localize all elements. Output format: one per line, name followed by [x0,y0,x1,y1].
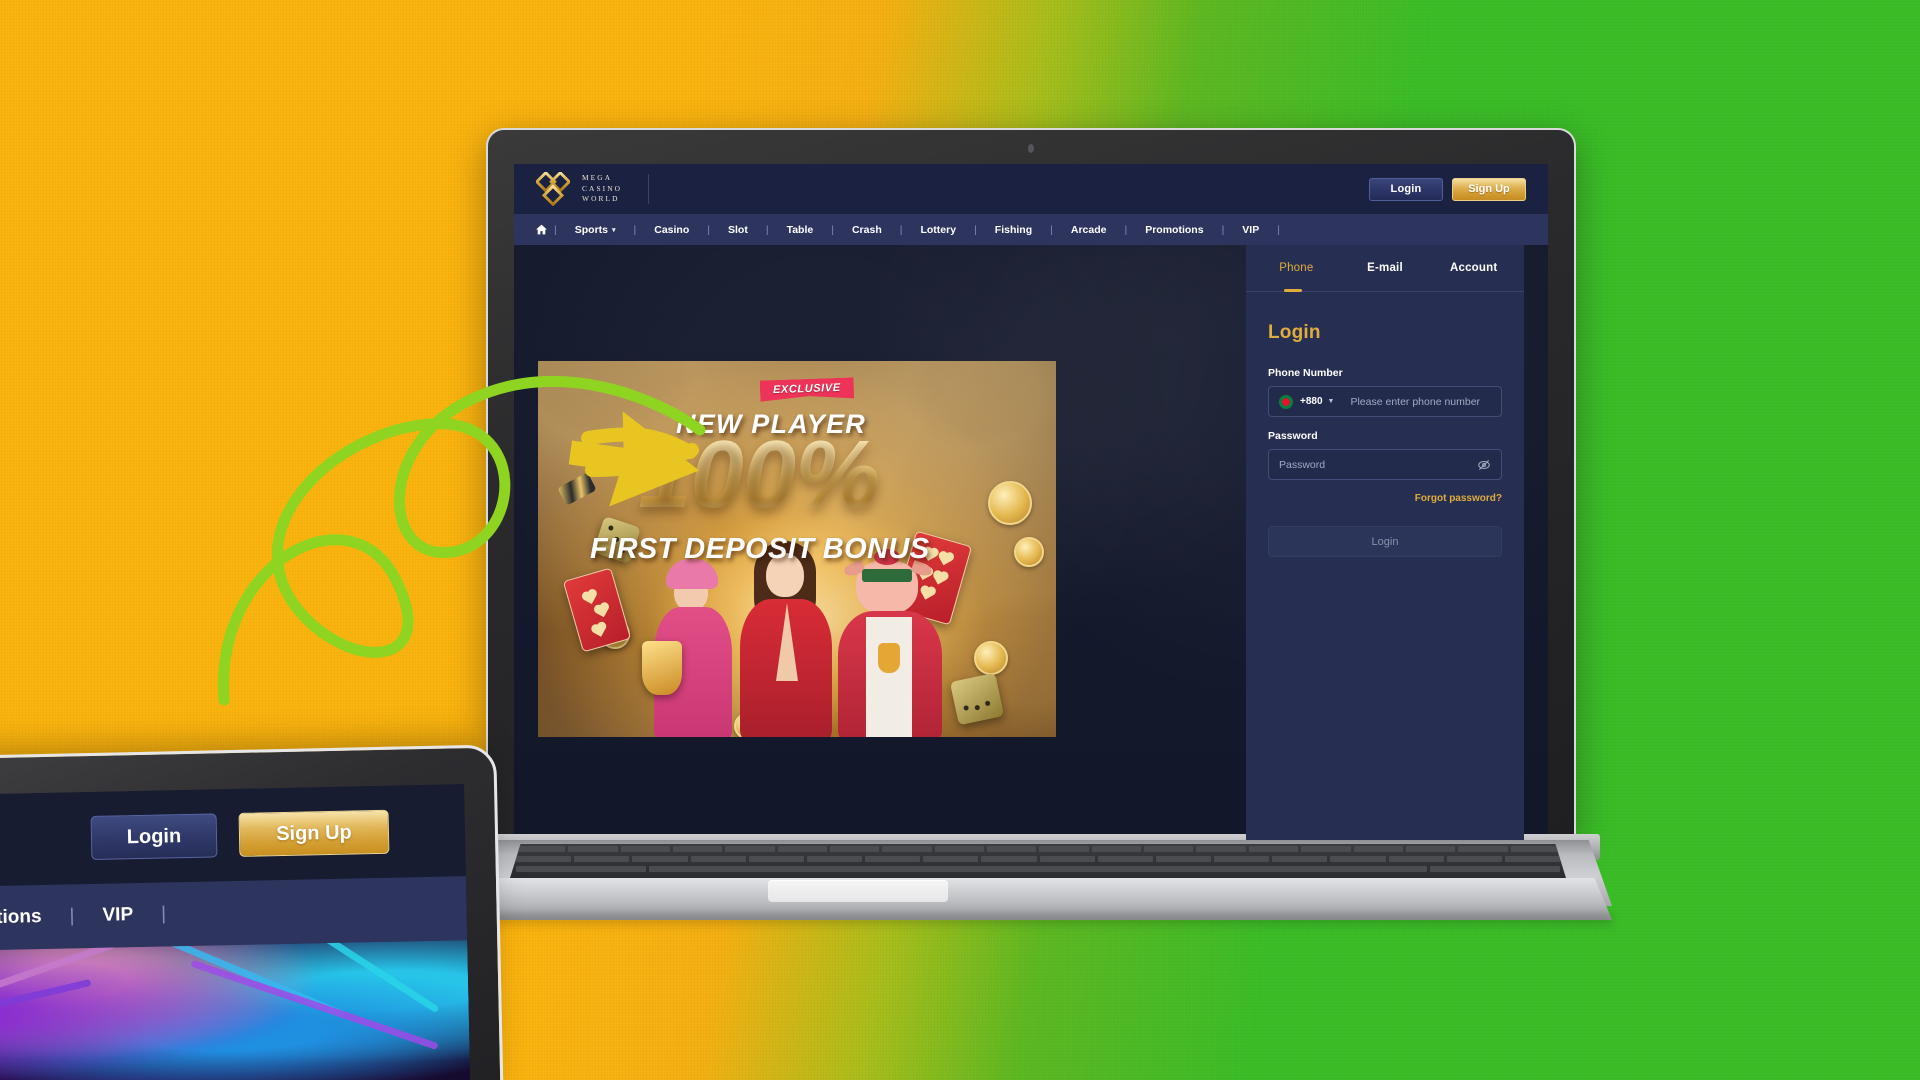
home-icon [535,224,547,235]
nav-item-table[interactable]: Table [771,224,830,236]
nav-separator: | [633,223,637,236]
nav-separator: | [1221,223,1225,236]
tab-phone[interactable]: Phone [1252,262,1341,274]
tablet-signup-button[interactable]: Sign Up [238,809,390,857]
promo-headline: NEW PLAYER [676,409,867,439]
header-actions: Login Sign Up [1369,177,1526,201]
banner-character-woman-red [730,537,842,737]
tablet-action-bar: Login Sign Up [0,784,466,891]
login-form: Login Phone Number +880 ▼ Password [1246,292,1524,557]
tab-email[interactable]: E-mail [1341,262,1430,274]
nav-separator: | [554,223,557,236]
active-tab-underline [1284,289,1302,292]
nav-separator: | [1277,223,1280,236]
tablet-login-button[interactable]: Login [90,813,218,861]
nav-separator: | [831,223,834,236]
country-code-value: +880 [1300,396,1323,407]
login-tabs: Phone E-mail Account [1246,245,1524,292]
tablet-nav-separator: | [160,903,167,925]
password-label: Password [1268,430,1318,442]
tablet-nav-item-vip[interactable]: VIP [74,904,161,928]
laptop-device: MEGA CASINO WORLD Login Sign Up | Sports… [450,128,1612,930]
gold-coin-prop [1014,537,1044,567]
banner-character-woman-pink [642,557,740,737]
nav-item-casino[interactable]: Casino [638,224,705,236]
art-streak [0,940,147,1046]
tablet-device: Login Sign Up Arcade | Promotions | VIP … [0,744,504,1080]
nav-item-arcade[interactable]: Arcade [1055,224,1123,236]
webcam-icon [1028,144,1034,153]
tablet-shell: Login Sign Up Arcade | Promotions | VIP … [0,744,504,1080]
tablet-content-art [0,940,471,1080]
site-header: MEGA CASINO WORLD Login Sign Up [514,164,1548,214]
nav-item-crash[interactable]: Crash [836,224,898,236]
brand-divider [648,174,650,204]
brand-logo[interactable]: MEGA CASINO WORLD [536,172,650,206]
site-nav: | Sports ▾ | Casino | Slot | Table | Cra… [514,214,1548,245]
eye-off-icon[interactable] [1477,458,1491,472]
dice-prop [949,672,1005,726]
header-signup-button[interactable]: Sign Up [1452,177,1526,201]
promo-percentage: 100% [638,421,881,528]
laptop-shadow [450,914,1612,930]
nav-separator: | [1124,223,1128,236]
nav-separator: | [765,223,769,236]
page-body: EXCLUSIVE NEW PLAYER 100% FIRST DEPOSIT … [514,245,1548,840]
login-submit-button[interactable]: Login [1268,526,1502,557]
tab-account[interactable]: Account [1429,262,1518,274]
art-streak [190,959,439,1051]
login-panel: Phone E-mail Account Login Phone Number … [1246,245,1524,840]
nav-item-label: Sports [574,223,608,236]
banner-character-bull-mascot [834,547,946,737]
gold-coin-prop [988,481,1032,525]
nav-item-fishing[interactable]: Fishing [979,224,1048,236]
password-input[interactable] [1279,458,1477,471]
phone-number-label: Phone Number [1268,367,1343,379]
tablet-nav-item-promotions[interactable]: Promotions [0,905,70,930]
nav-separator: | [974,223,977,236]
tablet-screen: Login Sign Up Arcade | Promotions | VIP … [0,784,471,1080]
login-form-title: Login [1268,322,1321,343]
promo-banner[interactable]: EXCLUSIVE NEW PLAYER 100% FIRST DEPOSIT … [538,361,1056,737]
chevron-down-icon: ▾ [612,226,616,234]
nav-separator: | [707,223,710,236]
laptop-screen: MEGA CASINO WORLD Login Sign Up | Sports… [514,164,1548,840]
brand-line-1: MEGA [582,173,613,183]
laptop-lid: MEGA CASINO WORLD Login Sign Up | Sports… [486,128,1576,840]
nav-item-lottery[interactable]: Lottery [904,224,972,236]
brand-line-3: WORLD [582,194,620,204]
nav-item-promotions[interactable]: Promotions [1129,224,1219,236]
nav-separator: | [1050,223,1053,236]
bangladesh-flag-icon [1279,394,1293,409]
nav-item-sports[interactable]: Sports ▾ [559,224,632,236]
nav-separator: | [899,223,903,236]
composite-scene: MEGA CASINO WORLD Login Sign Up | Sports… [0,0,1920,1080]
header-login-button[interactable]: Login [1369,177,1443,201]
promo-subheadline: FIRST DEPOSIT BONUS [590,533,930,565]
laptop-keyboard [510,844,1566,878]
phone-number-field[interactable]: +880 ▼ [1268,386,1502,417]
password-field[interactable] [1268,449,1502,480]
brand-wordmark: MEGA CASINO WORLD [582,173,622,205]
nav-home-button[interactable] [530,223,552,236]
art-streak [267,940,440,1014]
nav-item-slot[interactable]: Slot [712,224,764,236]
phone-input[interactable] [1350,395,1491,408]
brand-line-2: CASINO [582,183,623,193]
chevron-down-icon[interactable]: ▼ [1328,398,1335,405]
laptop-trackpad[interactable] [768,880,948,902]
forgot-password-link[interactable]: Forgot password? [1268,493,1502,504]
mcw-diamond-logo-icon [536,172,570,206]
nav-item-vip[interactable]: VIP [1226,224,1275,236]
gold-coin-prop [974,641,1008,675]
art-streak [0,978,92,1055]
